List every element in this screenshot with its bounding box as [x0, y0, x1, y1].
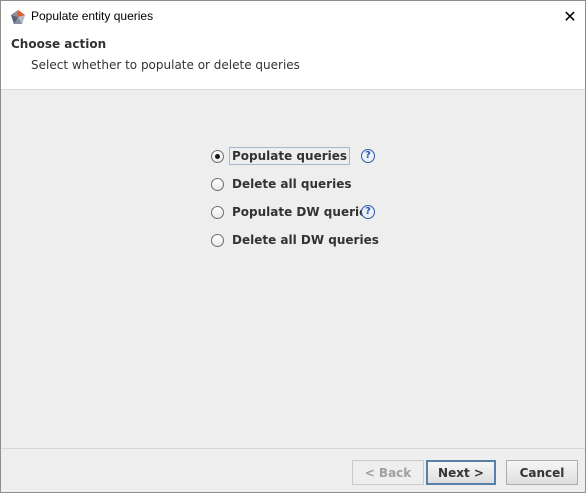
- radio-delete-all-dw-queries[interactable]: [211, 233, 224, 247]
- close-icon: ✕: [563, 7, 577, 26]
- page-title: Choose action: [11, 37, 107, 51]
- cancel-button[interactable]: Cancel: [506, 460, 578, 485]
- option-label[interactable]: Delete all DW queries: [229, 231, 382, 249]
- help-icon[interactable]: ?: [361, 205, 375, 219]
- page-subtitle: Select whether to populate or delete que…: [31, 58, 300, 72]
- close-button[interactable]: ✕: [555, 1, 585, 32]
- footer-separator: [1, 448, 585, 449]
- next-button[interactable]: Next >: [426, 460, 496, 485]
- dialog-window: Populate entity queries ✕ Choose action …: [0, 0, 586, 493]
- option-label[interactable]: Populate queries: [229, 147, 351, 165]
- option-delete-all-dw-queries[interactable]: Delete all DW queries: [211, 231, 382, 249]
- radio-delete-all-queries[interactable]: [211, 177, 224, 191]
- window-title: Populate entity queries: [31, 9, 154, 23]
- option-populate-queries[interactable]: Populate queries: [211, 147, 351, 165]
- help-icon[interactable]: ?: [361, 149, 375, 163]
- radio-populate-dw-queries[interactable]: [211, 205, 224, 219]
- wizard-content: Populate queries ? Delete all queries Po…: [1, 91, 585, 448]
- app-logo-icon: [11, 10, 25, 24]
- wizard-header: Choose action Select whether to populate…: [1, 32, 585, 90]
- back-button[interactable]: < Back: [352, 460, 424, 485]
- option-label[interactable]: Delete all queries: [229, 175, 355, 193]
- radio-populate-queries[interactable]: [211, 149, 224, 163]
- option-delete-all-queries[interactable]: Delete all queries: [211, 175, 355, 193]
- title-bar: Populate entity queries ✕: [1, 1, 585, 32]
- option-label[interactable]: Populate DW queries: [229, 203, 377, 221]
- option-populate-dw-queries[interactable]: Populate DW queries: [211, 203, 377, 221]
